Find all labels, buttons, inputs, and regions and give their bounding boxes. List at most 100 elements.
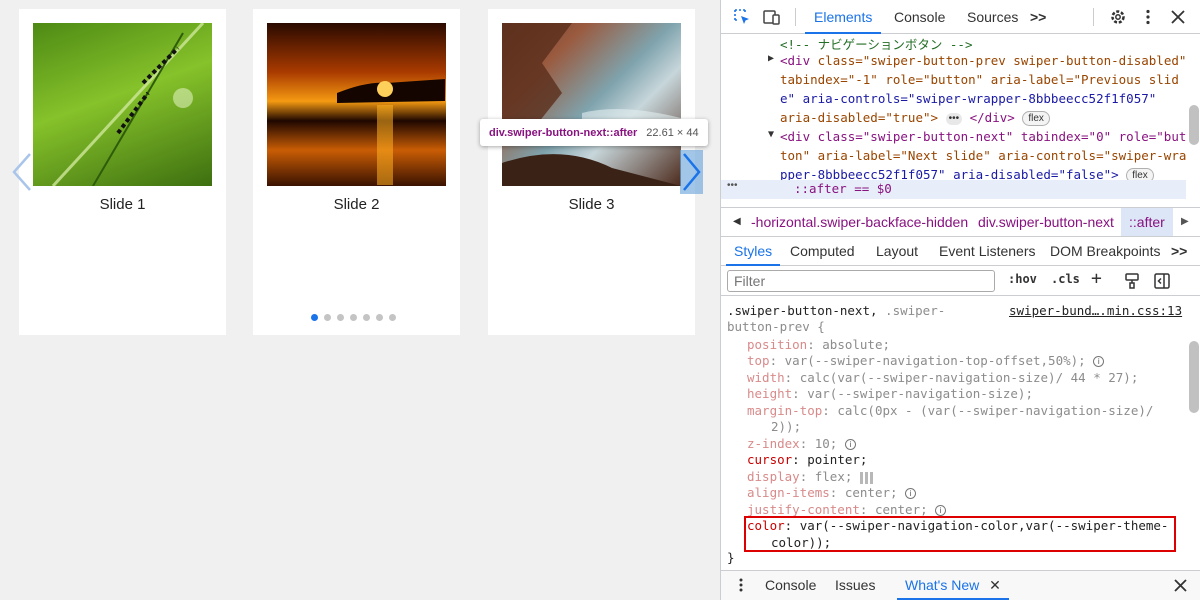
tab-styles[interactable]: Styles <box>726 237 781 266</box>
drawer-menu-kebab-icon[interactable] <box>733 577 749 593</box>
dom-prev-aria-disabled: aria-disabled="true"> <box>780 110 939 125</box>
breadcrumb-right-arrow-icon[interactable]: ▶ <box>1181 208 1189 236</box>
new-rule-button[interactable]: + <box>1091 268 1102 289</box>
kebab-menu-icon[interactable] <box>1139 8 1157 26</box>
tooltip-element-name: div.swiper-button-next::after <box>489 126 638 139</box>
pagination-dot[interactable] <box>337 314 344 321</box>
tab-console[interactable]: Console <box>894 0 945 34</box>
dom-prev-class-attr: class="swiper-button-prev swiper-button-… <box>817 53 1187 68</box>
css-declaration[interactable]: z-index: 10; i <box>747 436 856 451</box>
dom-comment[interactable]: <!-- ナビゲーションボタン --> <box>780 35 972 53</box>
close-devtools-icon[interactable] <box>1169 8 1187 26</box>
selector-next: .swiper-button-next, <box>727 303 878 318</box>
pagination-dot[interactable] <box>363 314 370 321</box>
devtools-drawer-tabbar: Console Issues What's New ✕ <box>721 570 1200 600</box>
stylesheet-source-link[interactable]: swiper-bund….min.css:13 <box>1009 303 1182 318</box>
collapsed-children-icon[interactable]: ••• <box>945 112 963 125</box>
css-prop-name: z-index <box>747 436 800 451</box>
css-prop-name: height <box>747 386 793 401</box>
swiper-prev-arrow-icon[interactable] <box>10 150 34 194</box>
swiper-next-arrow-icon[interactable] <box>680 150 703 194</box>
drawer-tab-issues[interactable]: Issues <box>835 571 875 600</box>
row-ellipsis-icon[interactable]: ••• <box>727 180 738 191</box>
tab-event-listeners[interactable]: Event Listeners <box>939 237 1036 266</box>
tab-computed[interactable]: Computed <box>790 237 855 266</box>
paint-brush-icon[interactable] <box>1123 272 1141 290</box>
pagination-dot[interactable] <box>350 314 357 321</box>
flexbox-editor-icon[interactable] <box>859 471 874 484</box>
dom-node-prev-button[interactable]: <div class="swiper-button-prev swiper-bu… <box>780 53 1186 68</box>
styles-scrollbar[interactable] <box>1189 341 1199 413</box>
css-declaration[interactable]: justify-content: center; i <box>747 502 947 517</box>
device-toolbar-icon[interactable] <box>763 8 781 26</box>
slide-2-image <box>267 23 446 186</box>
css-prop-value: 10; <box>814 436 838 451</box>
css-declaration[interactable]: cursor: pointer; <box>747 452 867 467</box>
devtools-top-tabbar: Elements Console Sources >> <box>721 0 1200 34</box>
css-declaration[interactable]: height: var(--swiper-navigation-size); <box>747 386 1033 401</box>
styles-subtabbar: Styles Computed Layout Event Listeners D… <box>721 237 1200 266</box>
css-declaration[interactable]: align-items: center; i <box>747 485 917 500</box>
breadcrumb-left-arrow-icon[interactable]: ◀ <box>733 208 741 236</box>
rule-closing-brace: } <box>727 550 735 565</box>
more-subtabs-icon[interactable]: >> <box>1171 237 1187 266</box>
info-icon[interactable]: i <box>1093 356 1105 367</box>
css-prop-name: width <box>747 370 785 385</box>
breadcrumb-item-active[interactable]: ::after <box>1121 208 1173 236</box>
info-icon[interactable]: i <box>844 439 856 450</box>
styles-filter-row: :hov .cls + <box>721 266 1200 296</box>
css-prop-name: top <box>747 353 770 368</box>
drawer-tab-whats-new[interactable]: What's New ✕ <box>897 571 1009 600</box>
breadcrumb-item[interactable]: -horizontal.swiper-backface-hidden <box>751 208 968 236</box>
class-toggle-button[interactable]: .cls <box>1051 272 1080 286</box>
tab-elements[interactable]: Elements <box>805 0 882 34</box>
breadcrumb-item[interactable]: div.swiper-button-next <box>978 208 1114 236</box>
css-selector[interactable]: .swiper-button-next, .swiper- <box>727 303 945 318</box>
flex-badge[interactable]: flex <box>1022 111 1050 126</box>
css-prop-value: calc(0px - (var(--swiper-navigation-size… <box>837 403 1154 418</box>
pagination-dot[interactable] <box>324 314 331 321</box>
pagination-dots <box>311 314 396 321</box>
styles-filter-input[interactable] <box>727 270 995 292</box>
pagination-dot[interactable] <box>311 314 318 321</box>
css-prop-name: position <box>747 337 808 352</box>
css-prop-name: cursor <box>747 452 793 467</box>
tab-dom-breakpoints[interactable]: DOM Breakpoints <box>1050 237 1160 266</box>
css-prop-name: display <box>747 469 800 484</box>
annotation-highlight-box <box>744 516 1176 552</box>
css-prop-value: flex; <box>814 469 853 484</box>
info-icon[interactable]: i <box>905 488 917 499</box>
css-declaration[interactable]: margin-top: calc(0px - (var(--swiper-nav… <box>747 403 1153 418</box>
css-value-continuation: 2)); <box>771 419 802 434</box>
dom-node-next-button[interactable]: <div class="swiper-button-next" tabindex… <box>780 129 1186 144</box>
inspect-element-icon[interactable] <box>733 8 751 26</box>
slide-2: Slide 2 <box>253 9 460 335</box>
more-tabs-icon[interactable]: >> <box>1030 0 1046 34</box>
selector-prev-part: .swiper- <box>877 303 946 318</box>
collapse-triangle-icon[interactable]: ▼ <box>768 129 774 140</box>
devtools-panel: Elements Console Sources >> <!-- ナビゲーション… <box>720 0 1200 600</box>
tab-layout[interactable]: Layout <box>876 237 918 266</box>
css-declaration[interactable]: display: flex; <box>747 469 874 484</box>
info-icon[interactable]: i <box>935 505 947 516</box>
close-tab-icon[interactable]: ✕ <box>989 577 1001 593</box>
elements-scrollbar[interactable] <box>1189 105 1199 145</box>
pagination-dot[interactable] <box>376 314 383 321</box>
hover-state-button[interactable]: :hov <box>1008 272 1037 286</box>
close-drawer-icon[interactable] <box>1173 578 1188 593</box>
toolbar-divider <box>795 8 796 26</box>
drawer-tab-console[interactable]: Console <box>765 571 816 600</box>
sunset-lake-image <box>337 79 445 185</box>
toggle-sidebar-icon[interactable] <box>1153 272 1171 290</box>
dom-prev-line-2: tabindex="-1" role="button" aria-label="… <box>780 72 1179 87</box>
css-declaration[interactable]: position: absolute; <box>747 337 890 352</box>
css-prop-value: var(--swiper-navigation-size); <box>807 386 1033 401</box>
settings-gear-icon[interactable] <box>1109 8 1127 26</box>
css-declaration[interactable]: top: var(--swiper-navigation-top-offset,… <box>747 353 1105 368</box>
css-declaration[interactable]: width: calc(var(--swiper-navigation-size… <box>747 370 1138 385</box>
selected-node-row[interactable]: ••• ::after == $0 <box>721 180 1186 199</box>
pagination-dot[interactable] <box>389 314 396 321</box>
tab-sources[interactable]: Sources <box>967 0 1018 34</box>
slide-3-image <box>502 23 681 186</box>
expand-triangle-icon[interactable]: ▶ <box>768 53 774 64</box>
